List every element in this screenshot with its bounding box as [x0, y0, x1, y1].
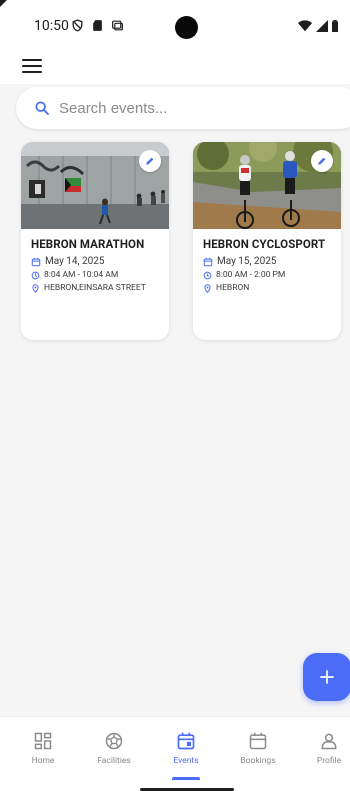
- status-icons-left: [71, 19, 124, 32]
- clock-icon: [31, 271, 40, 279]
- nav-label: Facilities: [97, 756, 131, 766]
- active-tab-indicator: [172, 777, 200, 780]
- nav-label: Events: [173, 756, 199, 766]
- status-icons-right: [298, 20, 338, 32]
- calendar-icon: [249, 732, 267, 750]
- calendar-icon: [203, 257, 213, 266]
- pencil-icon: [318, 157, 326, 165]
- grid-icon: [34, 732, 52, 750]
- event-date: May 14, 2025: [45, 256, 105, 267]
- event-title: HEBRON MARATHON: [31, 237, 145, 251]
- location-pin-icon: [204, 283, 211, 293]
- event-time-row: 8:04 AM - 10:04 AM: [31, 270, 159, 280]
- camera-cutout: [175, 16, 198, 39]
- screen-cast-icon: [112, 20, 123, 31]
- nav-item-home[interactable]: Home: [13, 731, 73, 766]
- wifi-icon: [298, 20, 312, 32]
- calendar-icon: [31, 257, 41, 266]
- sd-card-icon: [93, 20, 102, 31]
- menu-line: [22, 59, 42, 61]
- events-content: HEBRON MARATHON May 14, 2025 8:04 AM - 1…: [0, 84, 350, 716]
- search-icon: [35, 101, 49, 115]
- event-time: 8:00 AM - 2:00 PM: [216, 270, 286, 280]
- event-date: May 15, 2025: [217, 256, 277, 267]
- location-pin-icon: [32, 283, 39, 293]
- event-image: [21, 142, 169, 229]
- person-icon: [321, 733, 337, 750]
- clock-icon: [203, 271, 212, 279]
- nav-item-profile[interactable]: Profile: [299, 731, 350, 766]
- event-location: HEBRON,EINSARA STREET: [44, 283, 146, 293]
- event-image: [193, 142, 341, 229]
- event-card[interactable]: HEBRON MARATHON May 14, 2025 8:04 AM - 1…: [21, 142, 169, 340]
- event-location: HEBRON: [216, 283, 250, 293]
- nav-item-facilities[interactable]: Facilities: [84, 731, 144, 766]
- event-date-row: May 15, 2025: [203, 256, 331, 267]
- search-input[interactable]: [59, 99, 309, 117]
- nav-item-events[interactable]: Events: [156, 731, 216, 766]
- event-card[interactable]: HEBRON CYCLOSPORT May 15, 2025 8:00 AM -…: [193, 142, 341, 340]
- calendar-event-icon: [177, 732, 195, 750]
- ball-icon: [105, 732, 123, 750]
- event-details: HEBRON MARATHON May 14, 2025 8:04 AM - 1…: [21, 229, 169, 293]
- status-bar: 10:50: [0, 0, 350, 56]
- menu-line: [22, 71, 42, 73]
- plus-icon: [320, 670, 334, 684]
- signal-icon: [316, 20, 328, 32]
- nav-label: Bookings: [240, 756, 276, 766]
- add-event-button[interactable]: [303, 653, 350, 701]
- nav-label: Home: [31, 756, 55, 766]
- shield-off-icon: [72, 19, 83, 32]
- event-location-row: HEBRON,EINSARA STREET: [31, 283, 159, 293]
- edit-event-button[interactable]: [311, 150, 333, 172]
- event-details: HEBRON CYCLOSPORT May 15, 2025 8:00 AM -…: [193, 229, 341, 293]
- edit-event-button[interactable]: [139, 150, 161, 172]
- nav-label: Profile: [316, 756, 342, 766]
- corner-mark: [0, 0, 7, 7]
- menu-line: [22, 65, 42, 67]
- event-title: HEBRON CYCLOSPORT: [203, 237, 326, 251]
- battery-icon: [332, 20, 338, 32]
- menu-button[interactable]: [22, 58, 42, 74]
- event-time: 8:04 AM - 10:04 AM: [44, 270, 119, 280]
- pencil-icon: [146, 157, 154, 165]
- bottom-navigation: Home Facilities Events Bookings Profile: [0, 716, 350, 780]
- event-time-row: 8:00 AM - 2:00 PM: [203, 270, 331, 280]
- nav-item-bookings[interactable]: Bookings: [228, 731, 288, 766]
- search-bar[interactable]: [16, 87, 350, 129]
- status-time: 10:50: [34, 18, 69, 34]
- event-date-row: May 14, 2025: [31, 256, 159, 267]
- event-location-row: HEBRON: [203, 283, 331, 293]
